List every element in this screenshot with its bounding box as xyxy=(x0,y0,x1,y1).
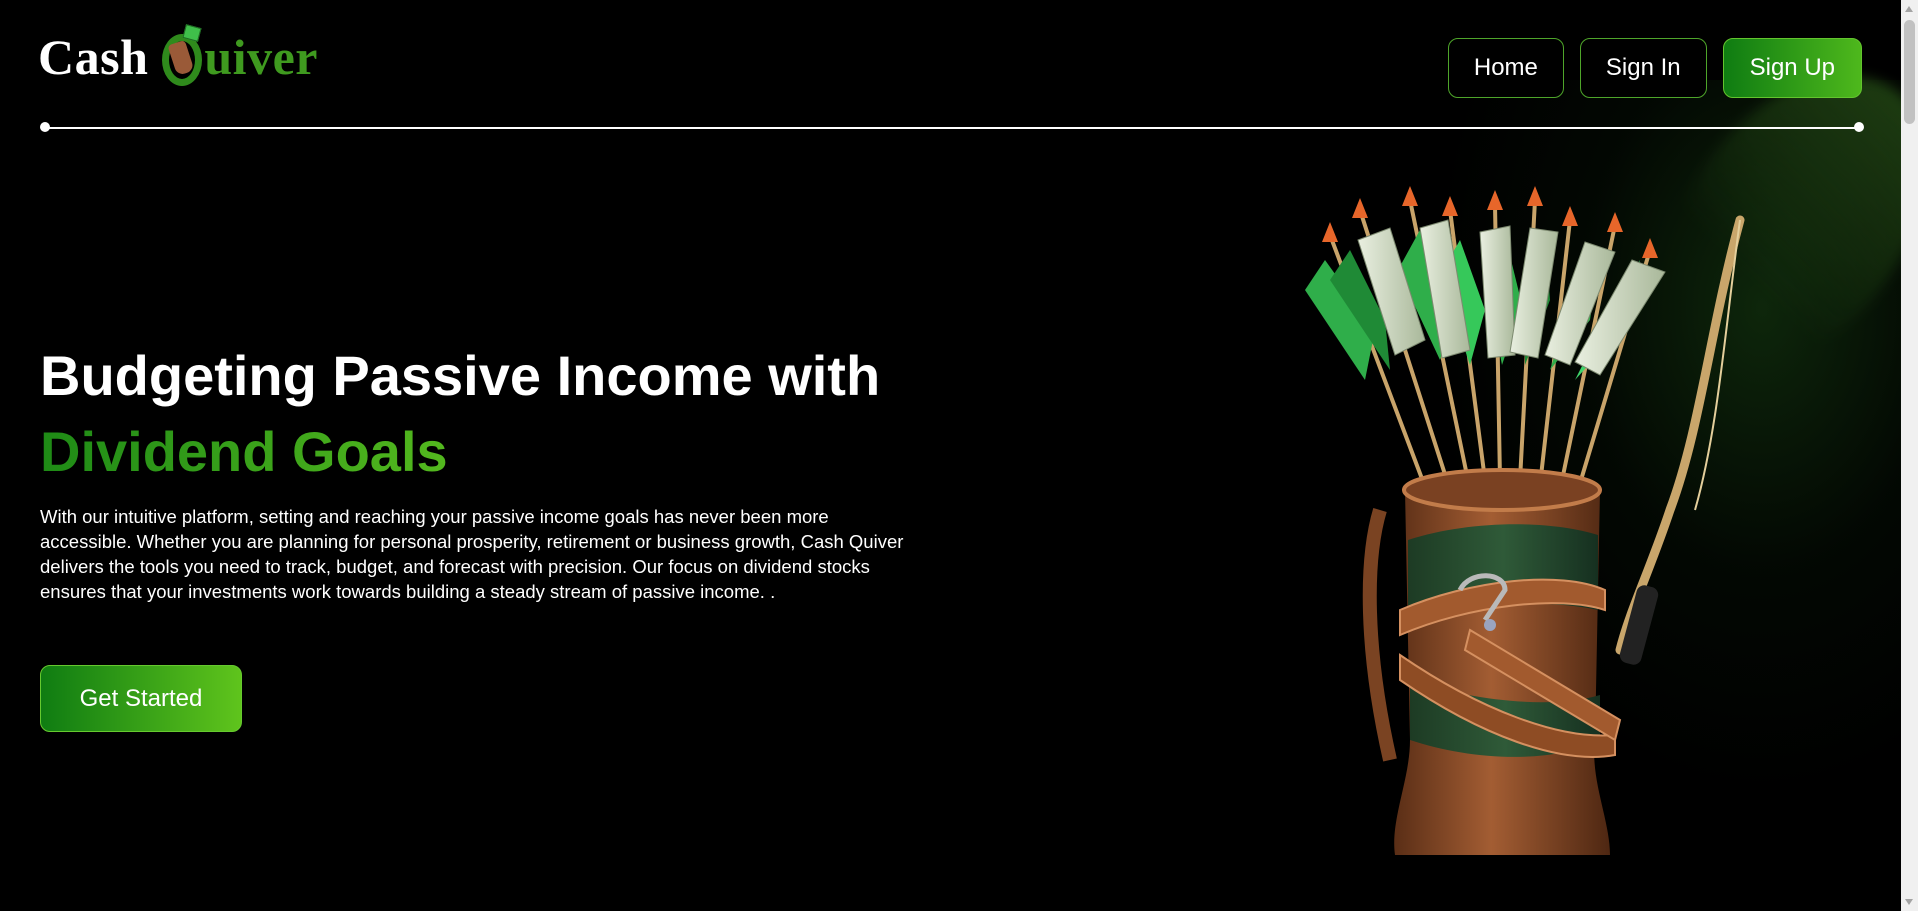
logo-word-quiver: uiver xyxy=(162,24,318,88)
scroll-up-arrow-icon[interactable] xyxy=(1905,6,1913,12)
quiver-of-money-arrows-illustration xyxy=(1305,186,1745,855)
logo-word-quiver-text: uiver xyxy=(204,29,318,85)
header-divider xyxy=(44,127,1860,129)
hero-title: Budgeting Passive Income with Dividend G… xyxy=(40,338,880,490)
hero-title-accent: Dividend Goals xyxy=(40,420,448,483)
get-started-button[interactable]: Get Started xyxy=(40,665,242,732)
home-button[interactable]: Home xyxy=(1447,38,1564,98)
sign-up-button[interactable]: Sign Up xyxy=(1722,38,1862,98)
sign-in-button[interactable]: Sign In xyxy=(1579,38,1707,98)
divider-dot-left xyxy=(40,122,50,132)
logo-word-cash: Cash xyxy=(38,29,149,85)
hero-title-line1: Budgeting Passive Income with xyxy=(40,344,881,407)
scroll-down-arrow-icon[interactable] xyxy=(1905,899,1913,905)
quiver-with-cash-icon xyxy=(162,24,203,88)
site-logo[interactable]: Cash uiver xyxy=(38,22,318,92)
scrollbar-thumb[interactable] xyxy=(1904,20,1915,124)
hero-description: With our intuitive platform, setting and… xyxy=(40,506,904,602)
page-scrollbar[interactable] xyxy=(1901,0,1918,911)
top-nav: Home Sign In Sign Up xyxy=(1447,38,1862,98)
divider-dot-right xyxy=(1854,122,1864,132)
